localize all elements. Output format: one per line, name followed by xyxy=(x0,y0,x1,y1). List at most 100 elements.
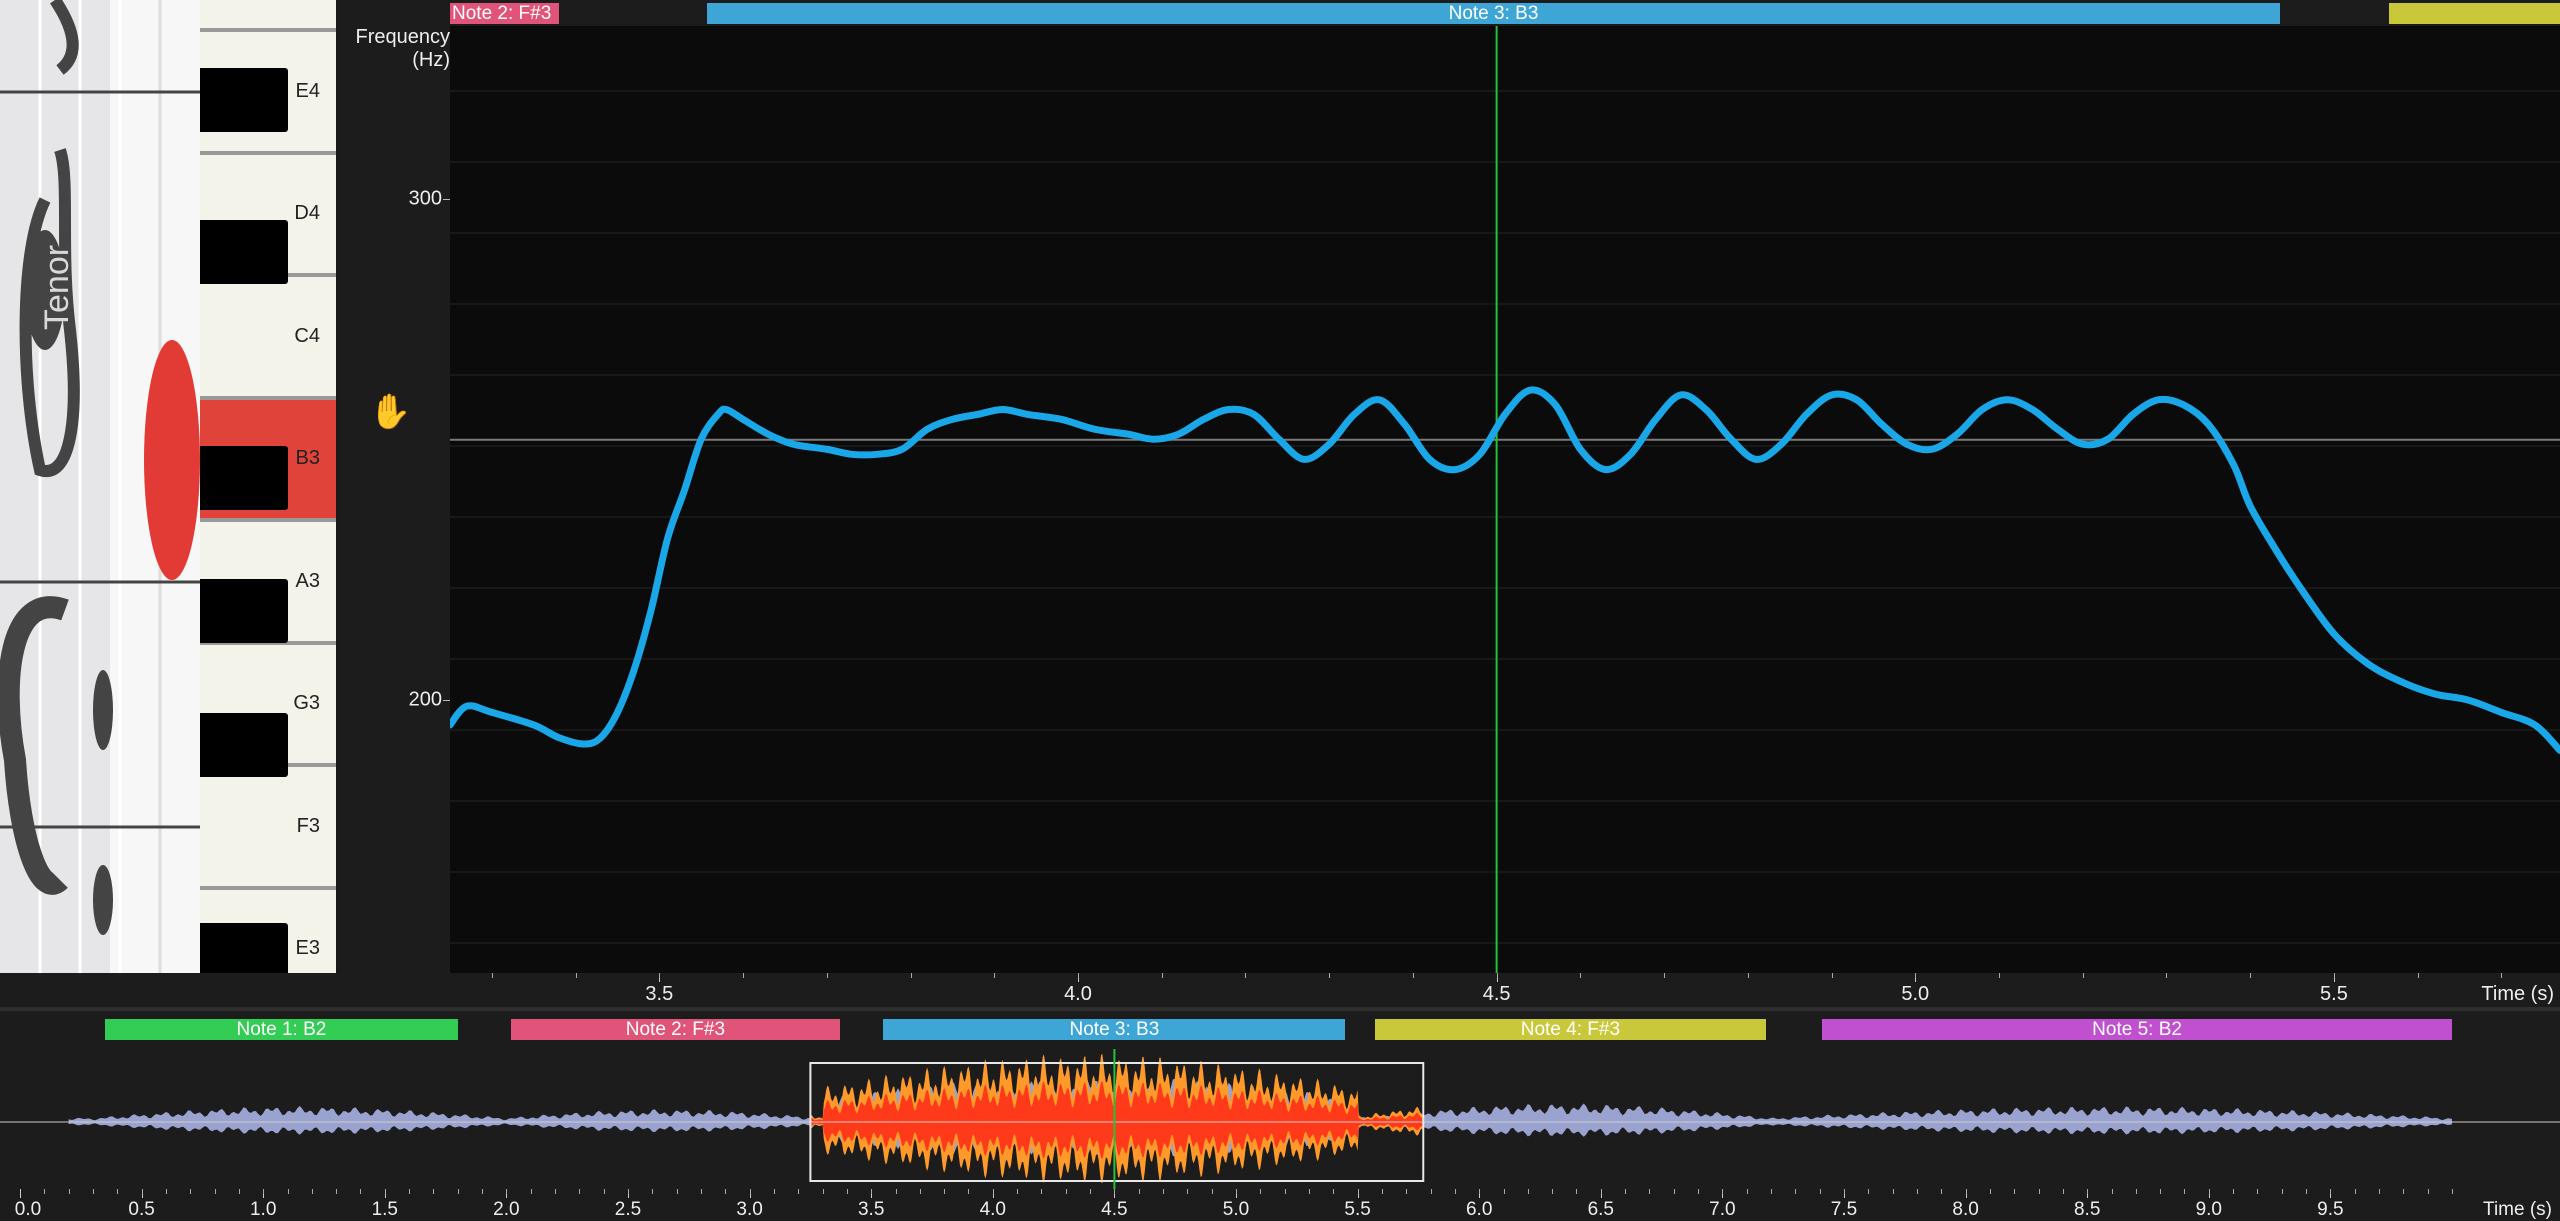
overview-minor-tick xyxy=(2403,1189,2405,1194)
overview-minor-tick xyxy=(2379,1189,2381,1194)
overview-minor-tick xyxy=(1649,1189,1651,1194)
overview-minor-tick xyxy=(1844,1189,1845,1194)
overview-minor-tick xyxy=(1236,1189,1237,1194)
overview-tick-label: 9.0 xyxy=(2195,1199,2223,1220)
overview-minor-tick xyxy=(2257,1189,2259,1194)
overview-minor-tick xyxy=(1989,1189,1991,1194)
overview-minor-tick xyxy=(1527,1189,1529,1194)
overview-minor-tick xyxy=(749,1189,751,1194)
overview-minor-tick xyxy=(336,1189,338,1194)
note-bar-top[interactable]: Note 3: B3 xyxy=(707,3,2280,24)
overview-note-bar[interactable]: Note 5: B2 xyxy=(1822,1019,2452,1040)
overview-minor-tick xyxy=(263,1189,265,1194)
overview-minor-tick xyxy=(2135,1189,2137,1194)
note-bar-label: Note 3: B3 xyxy=(1448,3,1539,24)
overview-minor-tick xyxy=(968,1189,970,1194)
piano-key-black[interactable] xyxy=(200,446,288,510)
piano-key-c4[interactable]: C4 xyxy=(200,277,336,400)
staff-panel: Tenor xyxy=(0,0,200,973)
x-tick-label: 5.5 xyxy=(2320,983,2348,1005)
clef-label: Tenor xyxy=(38,244,76,330)
x-tick-label: 5.0 xyxy=(1901,983,1930,1005)
overview-minor-tick xyxy=(700,1189,702,1194)
time-axis: Time (s) 3.5 4.0 4.5 5.0 5.5 xyxy=(450,973,2560,1007)
overview-minor-tick xyxy=(2111,1189,2113,1194)
overview-minor-tick xyxy=(44,1189,46,1194)
piano-key-black[interactable] xyxy=(200,579,288,643)
pitch-chart-svg xyxy=(450,26,2560,973)
overview-minor-tick xyxy=(798,1189,800,1194)
x-minor-tick xyxy=(910,973,912,978)
overview-minor-tick xyxy=(1284,1189,1286,1194)
overview-minor-tick xyxy=(1308,1189,1310,1194)
overview-minor-tick xyxy=(482,1189,484,1194)
overview-minor-tick xyxy=(603,1189,605,1194)
overview-tick-label: 2.0 xyxy=(493,1199,520,1220)
x-minor-tick xyxy=(1161,973,1163,978)
overview-minor-tick xyxy=(1333,1189,1335,1194)
y-tick-label: 200 xyxy=(408,688,442,711)
y-tick-label: 300 xyxy=(408,187,442,210)
piano-key-f3[interactable]: F3 xyxy=(200,767,336,890)
overview-note-bar[interactable]: Note 1: B2 xyxy=(105,1019,458,1040)
overview-minor-tick xyxy=(2160,1189,2162,1194)
overview-note-bar[interactable]: Note 2: F#3 xyxy=(511,1019,840,1040)
overview-minor-tick xyxy=(1892,1189,1894,1194)
note-bar-label: Note 2: F#3 xyxy=(452,3,552,24)
x-minor-tick xyxy=(1747,973,1749,978)
overview-minor-tick xyxy=(360,1189,362,1194)
frequency-title-line1: Frequency xyxy=(355,26,451,48)
overview-minor-tick xyxy=(506,1189,508,1194)
overview-minor-tick xyxy=(1576,1189,1578,1194)
overview-minor-tick xyxy=(457,1189,459,1194)
overview-panel[interactable]: Note 1: B2 Note 2: F#3 Note 3: B3 Note 4: F… xyxy=(0,1011,2560,1220)
overview-minor-tick xyxy=(1552,1189,1554,1194)
overview-minor-tick xyxy=(1771,1189,1773,1194)
overview-tick-label: 0.5 xyxy=(128,1199,155,1220)
piano-key-black[interactable] xyxy=(200,220,288,284)
x-minor-tick xyxy=(743,973,745,978)
y-tick-mark xyxy=(443,700,450,701)
note-bar-top[interactable]: Note 2: F#3 xyxy=(450,3,559,24)
overview-minor-tick xyxy=(676,1189,678,1194)
piano-key-black[interactable] xyxy=(200,923,288,973)
note-bar-top[interactable] xyxy=(2389,3,2560,24)
x-minor-tick xyxy=(2250,973,2252,978)
overview-minor-tick xyxy=(1795,1189,1797,1194)
overview-tick-label: 1.0 xyxy=(249,1199,277,1220)
overview-minor-tick xyxy=(1479,1189,1481,1194)
overview-minor-tick xyxy=(1187,1189,1189,1194)
overview-minor-tick xyxy=(944,1189,946,1194)
x-minor-tick xyxy=(2082,973,2084,978)
overview-note-bar[interactable]: Note 3: B3 xyxy=(883,1019,1346,1040)
piano-keyboard[interactable]: E4 D4 C4 B3 A3 G3 F3 E3 xyxy=(200,0,340,973)
piano-key-black[interactable] xyxy=(200,713,288,777)
piano-key-white[interactable] xyxy=(200,0,336,32)
overview-tick-label: 3.0 xyxy=(736,1199,763,1220)
overview-minor-tick xyxy=(1357,1189,1359,1194)
overview-minor-tick xyxy=(1868,1189,1870,1194)
overview-minor-tick xyxy=(895,1189,897,1194)
overview-minor-tick xyxy=(433,1189,435,1194)
overview-minor-tick xyxy=(725,1189,727,1194)
staff-svg xyxy=(0,0,200,973)
overview-note-label: Note 3: B3 xyxy=(1069,1019,1160,1040)
overview-minor-tick xyxy=(1211,1189,1213,1194)
pitch-chart[interactable] xyxy=(450,26,2560,973)
overview-minor-tick xyxy=(1163,1189,1165,1194)
overview-minor-tick xyxy=(2306,1189,2308,1194)
overview-minor-tick xyxy=(2330,1189,2332,1194)
overview-minor-tick xyxy=(2208,1189,2210,1194)
overview-tick-label: 8.0 xyxy=(1952,1199,1979,1220)
pan-hand-icon[interactable]: ✋ xyxy=(369,392,411,432)
x-minor-tick xyxy=(659,973,661,978)
x-minor-tick xyxy=(2417,973,2419,978)
overview-tick-label: 4.5 xyxy=(1101,1199,1128,1220)
overview-minor-tick xyxy=(773,1189,775,1194)
x-minor-tick xyxy=(1915,973,1917,978)
overview-tick-label: 4.0 xyxy=(979,1199,1007,1220)
piano-key-black[interactable] xyxy=(200,68,288,132)
overview-minor-tick xyxy=(165,1189,167,1194)
overview-note-bar[interactable]: Note 4: F#3 xyxy=(1374,1019,1767,1040)
overview-waveform[interactable] xyxy=(0,1049,2560,1189)
